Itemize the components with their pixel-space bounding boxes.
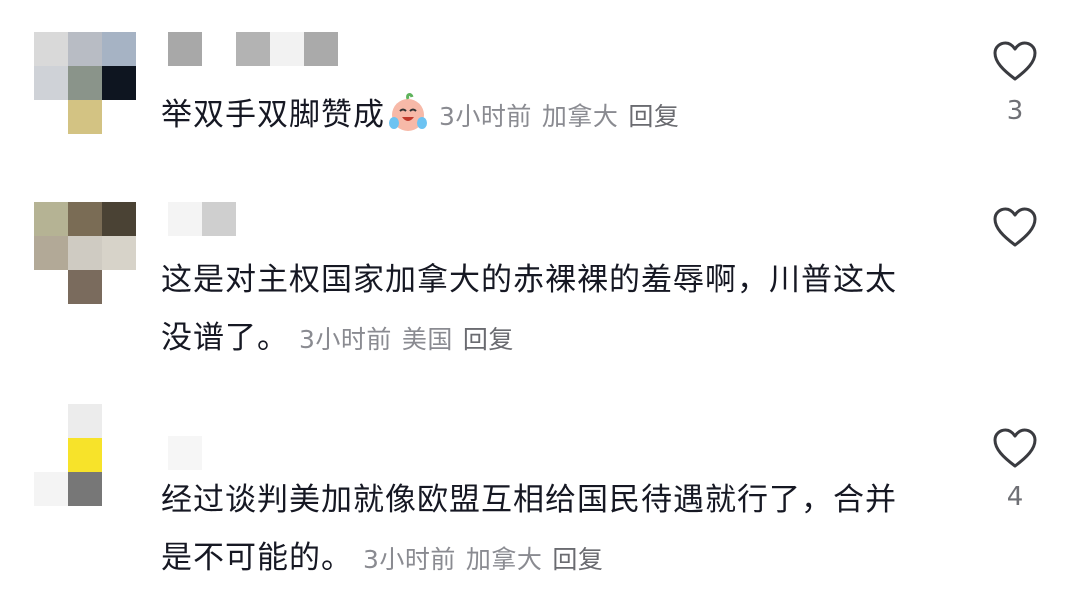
reply-button[interactable]: 回复: [463, 325, 514, 354]
comment-text: 举双手双脚赞成: [161, 97, 385, 133]
comment-location: 美国: [401, 325, 453, 354]
like-count: 3: [1006, 96, 1024, 126]
comment-time: 3小时前: [439, 102, 532, 131]
comment-time: 3小时前: [363, 545, 456, 574]
comment-text: 这是对主权国家加拿大的赤裸裸的羞辱啊，川普这太没谱了。: [161, 262, 897, 356]
comment-location: 加拿大: [541, 102, 619, 131]
crying-laughing-face-emoji: [387, 91, 429, 133]
like-count: 4: [1006, 482, 1024, 512]
comment-location: 加拿大: [465, 545, 543, 574]
heart-icon[interactable]: [992, 206, 1038, 248]
heart-icon[interactable]: [992, 40, 1038, 82]
comment-body: 举双手双脚赞成 3小时前 加拿大 回复: [161, 86, 931, 146]
heart-icon[interactable]: [992, 427, 1038, 469]
reply-button[interactable]: 回复: [552, 545, 603, 574]
comment-time: 3小时前: [299, 325, 392, 354]
comment-body: 这是对主权国家加拿大的赤裸裸的羞辱啊，川普这太没谱了。 3小时前 美国 回复: [161, 251, 921, 369]
avatar[interactable]: [34, 202, 136, 304]
reply-button[interactable]: 回复: [628, 102, 679, 131]
avatar[interactable]: [34, 404, 136, 506]
comment-body: 经过谈判美加就像欧盟互相给国民待遇就行了，合并是不可能的。 3小时前 加拿大 回复: [161, 471, 921, 589]
avatar[interactable]: [34, 32, 136, 134]
